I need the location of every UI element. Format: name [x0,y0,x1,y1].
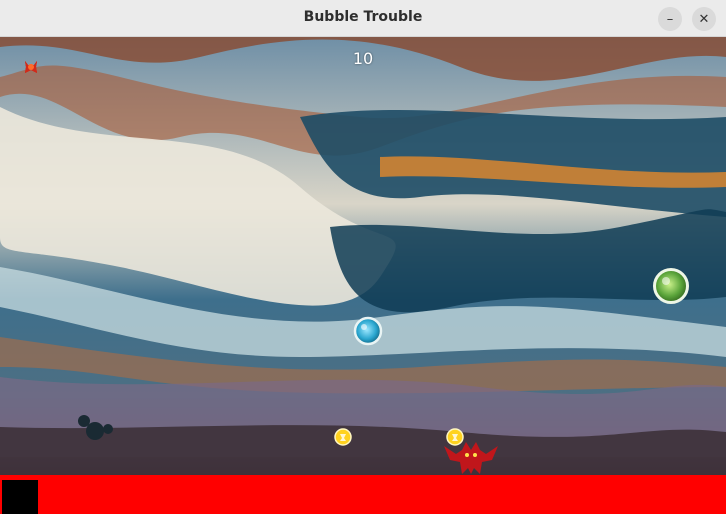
devil-player-icon [444,442,498,474]
score-counter: 10 [352,49,374,68]
devil-life-icon [25,61,37,73]
floor [0,475,726,514]
window-title: Bubble Trouble [303,9,423,25]
marble-background [0,37,726,514]
minimize-icon: – [666,11,674,27]
bubble-icon [353,316,383,346]
floor-block [2,480,38,514]
bubble-icon [653,268,689,304]
game-canvas[interactable]: 10 [0,37,726,514]
close-button[interactable]: ✕ [692,7,716,31]
minimize-button[interactable]: – [658,7,682,31]
coin-powerup-icon [334,428,352,446]
game-window: Bubble Trouble – ✕ 10 [0,0,726,514]
close-icon: ✕ [698,11,710,27]
title-bar: Bubble Trouble – ✕ [0,0,726,37]
